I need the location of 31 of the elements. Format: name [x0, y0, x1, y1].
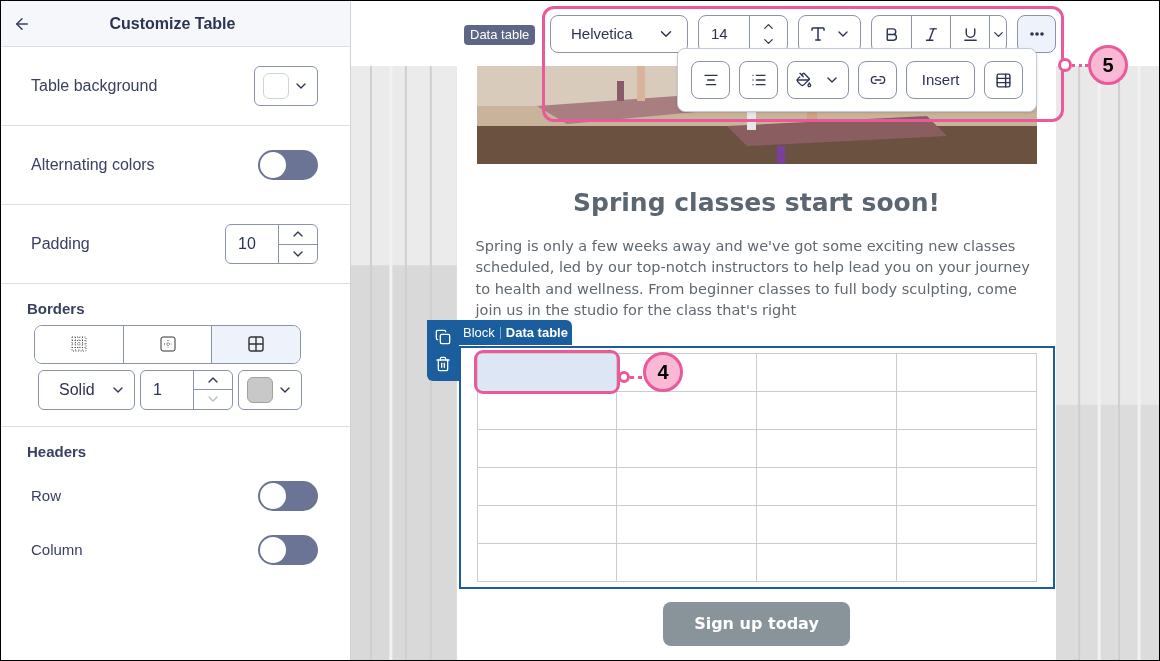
outer-border-icon	[159, 336, 176, 352]
setting-label: Table background	[31, 76, 158, 96]
section-title: Borders	[27, 299, 86, 319]
section-title: Headers	[27, 441, 88, 462]
border-style-select[interactable]: Solid	[38, 369, 135, 410]
all-borders-icon	[248, 336, 265, 352]
toggle-switch[interactable]	[258, 535, 318, 565]
inner-borders-icon	[70, 336, 87, 352]
panel-title: Customize Table	[108, 13, 237, 34]
more-button[interactable]	[1017, 15, 1056, 53]
border-color-picker[interactable]	[238, 369, 302, 410]
setting-label: Alternating colors	[31, 155, 155, 175]
select-value: Helvetica	[571, 23, 633, 44]
text-color-icon	[808, 25, 827, 43]
toggle-switch[interactable]	[258, 481, 318, 511]
number-value: 1	[152, 379, 163, 400]
number-field[interactable]: 10	[225, 224, 318, 264]
color-picker[interactable]	[254, 66, 318, 106]
font-select[interactable]: Helvetica	[550, 15, 688, 53]
number-field[interactable]: 1	[140, 369, 233, 410]
toggle-switch[interactable]	[258, 150, 318, 180]
number-value: 10	[237, 234, 257, 254]
select-value: Solid	[59, 379, 95, 400]
underline-icon	[961, 25, 979, 43]
block-badge: Data table	[464, 25, 536, 45]
more-icon	[1029, 32, 1044, 36]
border-option[interactable]	[211, 325, 300, 363]
font-size-value: 14	[710, 23, 729, 44]
toggle-label: Column	[31, 539, 83, 560]
setting-label: Padding	[31, 234, 90, 254]
toggle-label: Row	[31, 485, 61, 506]
